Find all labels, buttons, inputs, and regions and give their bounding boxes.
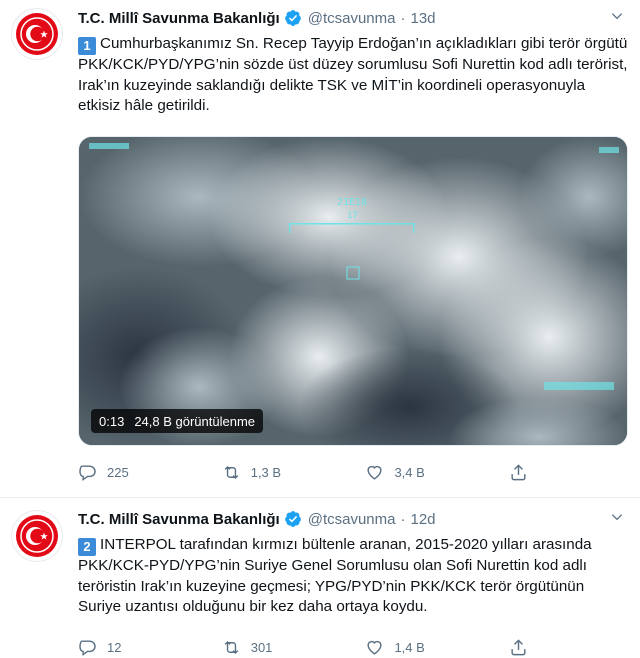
verified-badge-icon: [284, 510, 302, 528]
share-button[interactable]: [509, 463, 548, 482]
video-badge: 0:13 24,8 B görüntülenme: [91, 409, 264, 433]
author-handle[interactable]: @tcsavunma: [308, 511, 396, 528]
reply-button[interactable]: 225: [78, 463, 222, 482]
tweet-timestamp[interactable]: 12d: [410, 511, 435, 528]
tweet[interactable]: T.C. Millî Savunma Bakanlığı @tcsavunma …: [0, 0, 640, 498]
video-views: 24,8 B görüntülenme: [134, 413, 256, 429]
retweet-count: 1,3 B: [250, 464, 282, 480]
tweet-body: Cumhurbaşkanımız Sn. Recep Tayyip Erdoğa…: [78, 35, 628, 114]
tweet-header: T.C. Millî Savunma Bakanlığı @tcsavunma …: [78, 508, 626, 530]
avatar[interactable]: [11, 8, 63, 60]
avatar[interactable]: [11, 510, 63, 562]
heart-icon: [367, 465, 382, 480]
retweet-count: 301: [250, 639, 273, 655]
like-button[interactable]: 3,4 B: [365, 463, 509, 482]
author-name[interactable]: T.C. Millî Savunma Bakanlığı: [78, 10, 280, 27]
reply-count: 12: [107, 639, 122, 655]
tweet-actions: 12 301 1,4 B: [78, 636, 548, 658]
number-keycap-badge: 2: [78, 538, 96, 556]
number-keycap-badge: 1: [78, 37, 96, 55]
share-icon: [511, 638, 526, 655]
video-duration: 0:13: [99, 413, 125, 429]
like-count: 1,4 B: [394, 639, 425, 655]
verified-badge-icon: [284, 9, 302, 27]
reply-icon: [79, 464, 96, 481]
tweet-header: T.C. Millî Savunma Bakanlığı @tcsavunma …: [78, 7, 626, 29]
ministry-emblem-icon: [16, 515, 58, 557]
tweet-body: INTERPOL tarafından kırmızı bültenle ara…: [78, 536, 592, 615]
heart-icon: [367, 640, 382, 655]
video-frame-smoke-image: [79, 137, 627, 445]
tweet-actions: 225 1,3 B 3,4 B: [78, 461, 548, 483]
reply-icon: [79, 639, 96, 656]
share-button[interactable]: [509, 638, 548, 657]
share-icon: [511, 463, 526, 480]
separator-dot: ·: [400, 9, 406, 27]
tweet[interactable]: T.C. Millî Savunma Bakanlığı @tcsavunma …: [0, 499, 640, 658]
author-name[interactable]: T.C. Millî Savunma Bakanlığı: [78, 511, 280, 528]
retweet-button[interactable]: 1,3 B: [222, 463, 366, 482]
more-options-chevron-down-icon[interactable]: [608, 7, 626, 25]
like-button[interactable]: 1,4 B: [365, 638, 509, 657]
more-options-chevron-down-icon[interactable]: [608, 508, 626, 526]
retweet-icon: [224, 465, 239, 479]
ministry-emblem-icon: [16, 13, 58, 55]
retweet-icon: [224, 640, 239, 654]
tweet-timestamp[interactable]: 13d: [410, 10, 435, 27]
reply-button[interactable]: 12: [78, 638, 222, 657]
separator-dot: ·: [400, 510, 406, 528]
video-player[interactable]: 21E18 17 0:13 24,8 B görüntülenme: [78, 136, 628, 446]
reply-count: 225: [107, 464, 129, 480]
tweet-text: 1 Cumhurbaşkanımız Sn. Recep Tayyip Erdoğ…: [78, 34, 628, 117]
author-handle[interactable]: @tcsavunma: [308, 10, 396, 27]
retweet-button[interactable]: 301: [222, 638, 366, 657]
like-count: 3,4 B: [394, 464, 425, 480]
tweet-text: 2 INTERPOL tarafından kırmızı bültenle ar…: [78, 535, 628, 618]
targeting-overlay-label: 21E18: [337, 197, 368, 208]
targeting-overlay-sublabel: 17: [347, 211, 358, 221]
